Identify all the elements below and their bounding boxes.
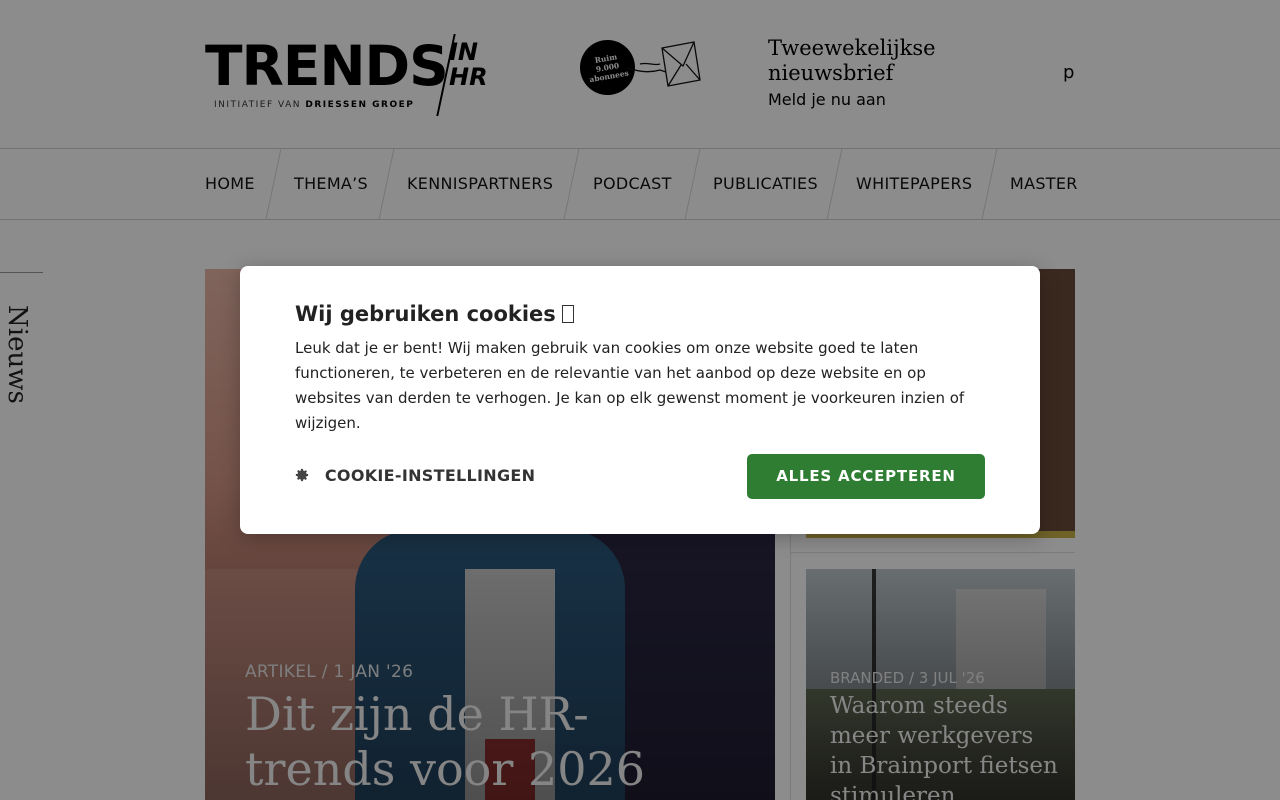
cookie-title-text: Wij gebruiken cookies bbox=[295, 302, 556, 326]
cookie-settings-button[interactable]: COOKIE-INSTELLINGEN bbox=[295, 466, 535, 485]
cookie-dialog-title: Wij gebruiken cookies bbox=[295, 302, 574, 326]
cookie-settings-label: COOKIE-INSTELLINGEN bbox=[324, 466, 536, 485]
accept-all-button[interactable]: ALLES ACCEPTEREN bbox=[747, 454, 985, 499]
cookie-emoji-icon bbox=[561, 305, 574, 323]
cookie-dialog-body: Leuk dat je er bent! Wij maken gebruik v… bbox=[295, 339, 965, 432]
cookie-dialog: Wij gebruiken cookies Leuk dat je er ben… bbox=[240, 266, 1040, 534]
gear-icon bbox=[295, 468, 309, 482]
